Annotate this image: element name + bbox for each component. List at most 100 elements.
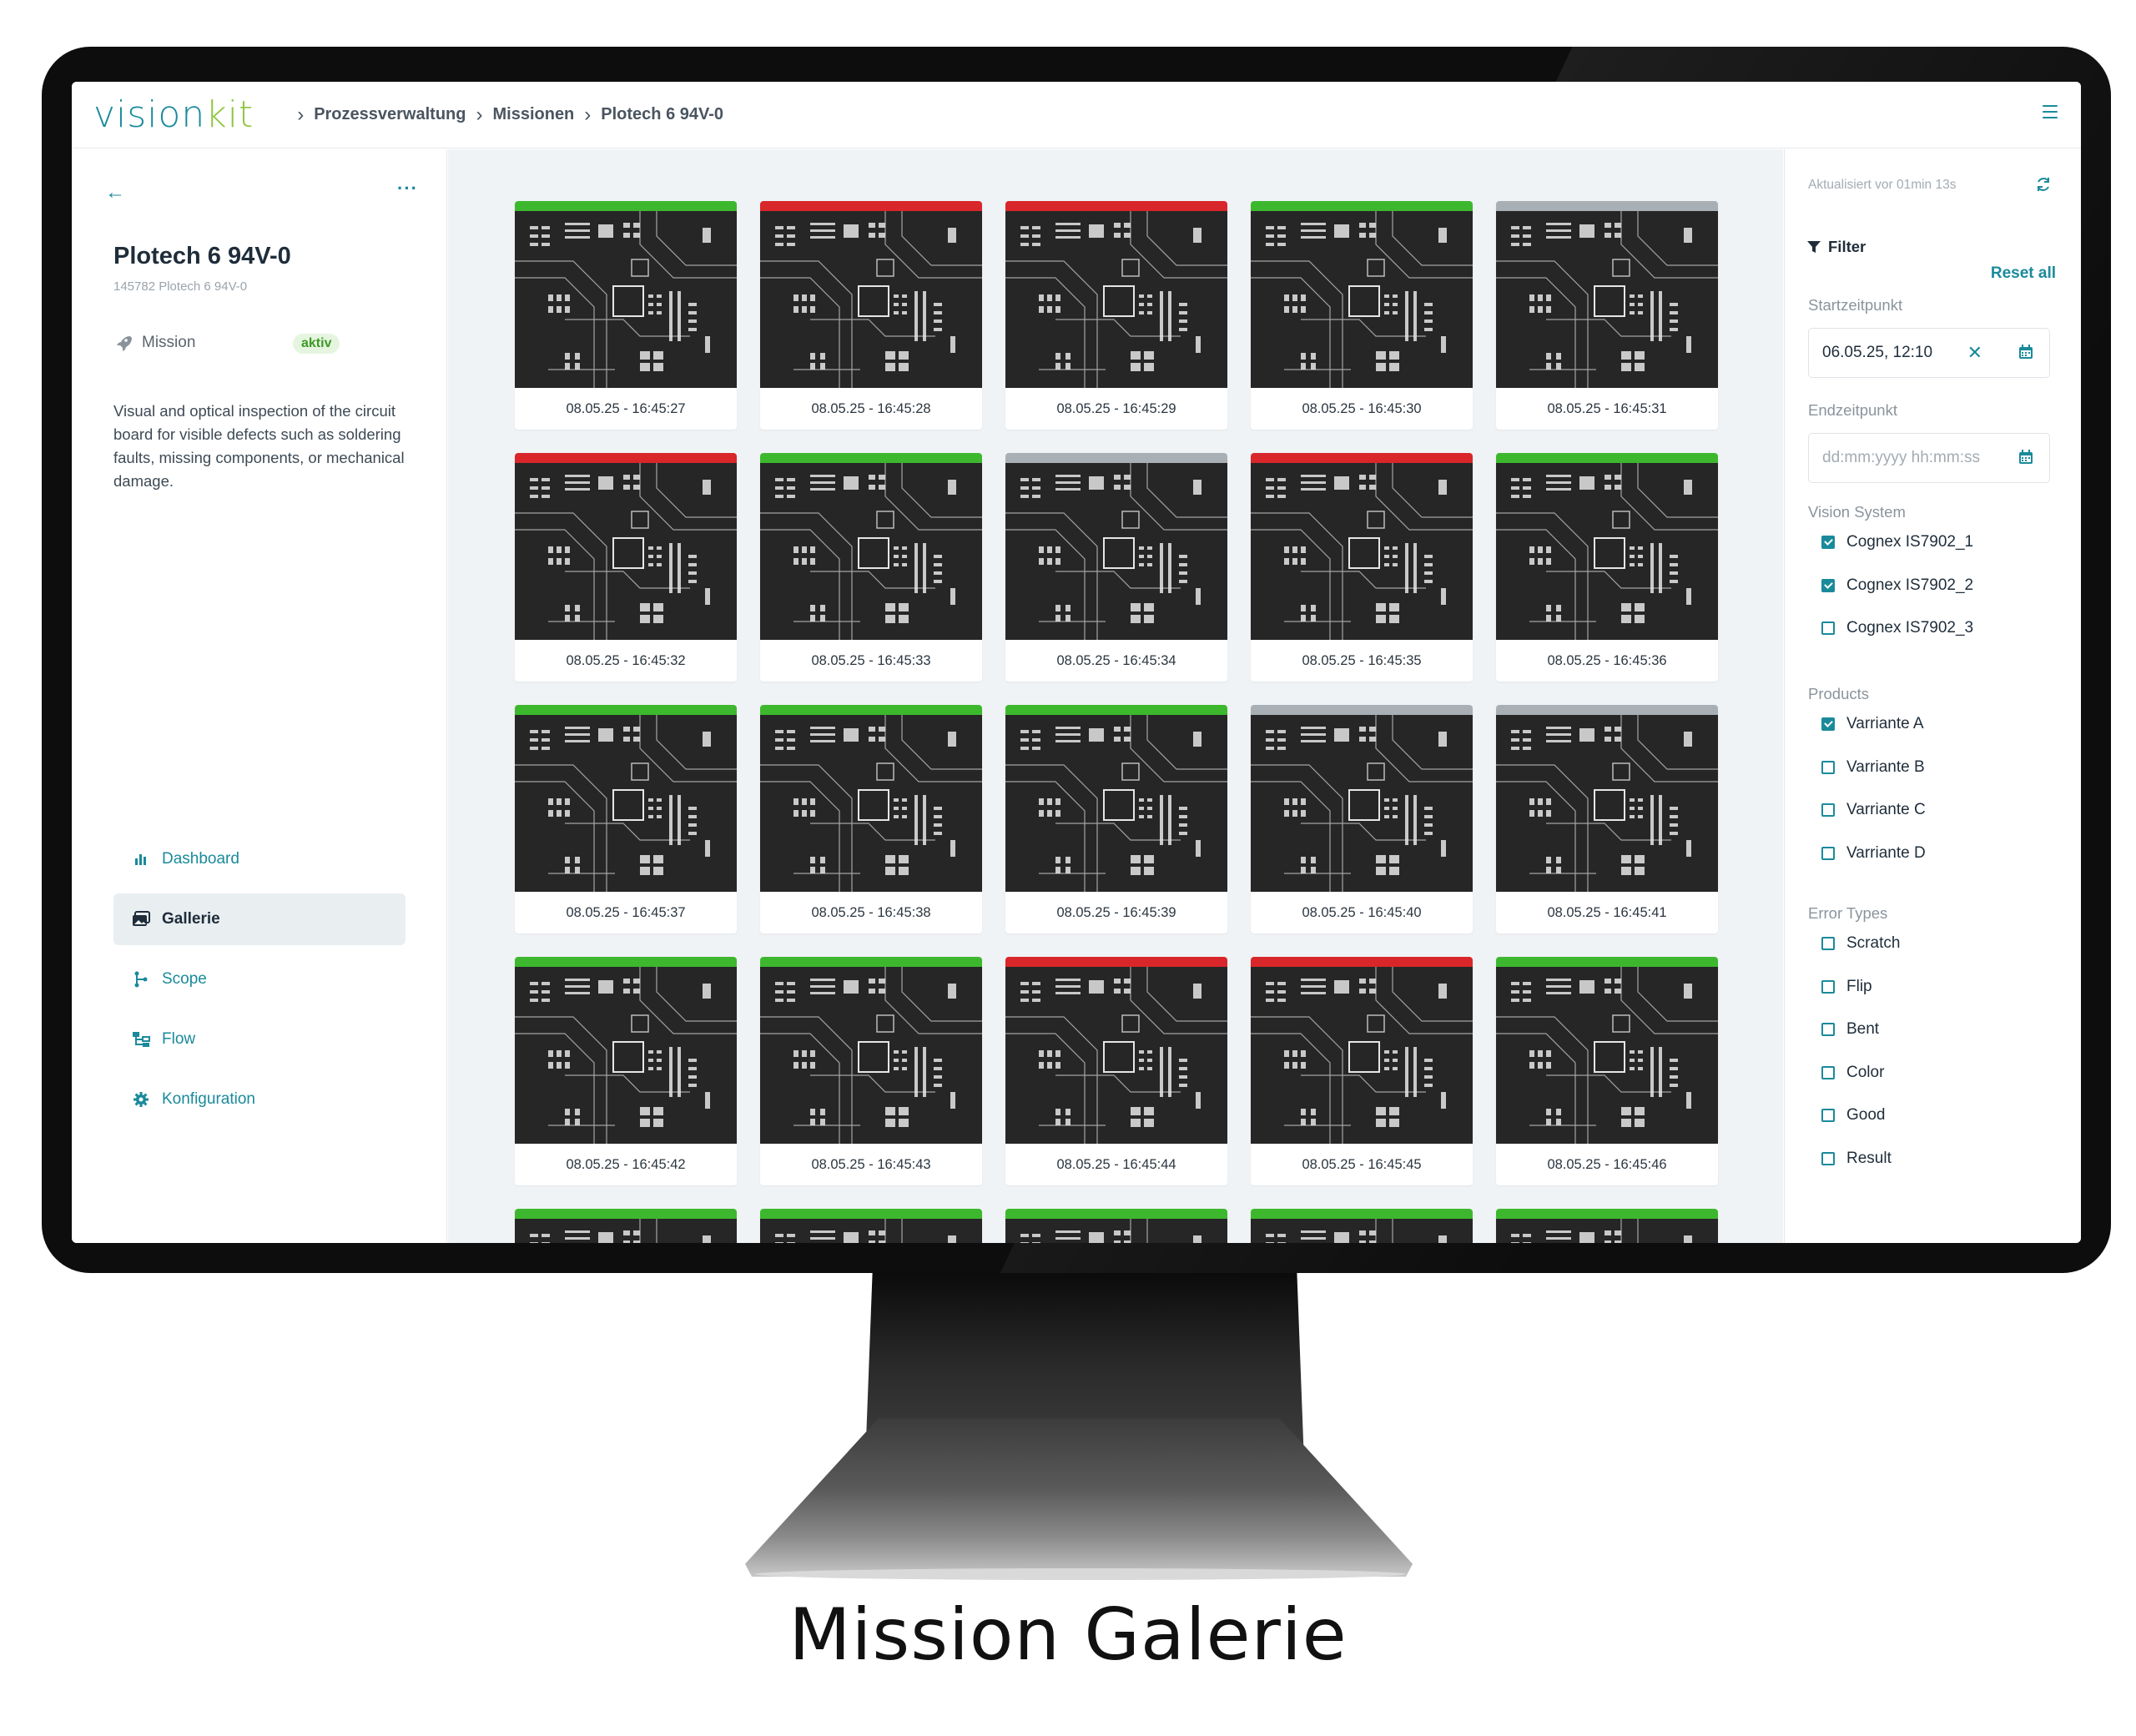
gallery-card[interactable]: 08.05.25 - 16:45:37	[515, 705, 737, 933]
filter-option[interactable]: Varriante D	[1821, 844, 1926, 863]
filter-option-label: Good	[1846, 1106, 1886, 1124]
sidebar-item-scope[interactable]: Scope	[113, 954, 406, 1005]
gallery-card[interactable]: 08.05.25 - 16:45:38	[760, 705, 982, 933]
sidebar-item-konfiguration[interactable]: Konfiguration	[113, 1074, 406, 1125]
circuit-board-image	[515, 715, 737, 892]
filter-icon	[1807, 241, 1821, 253]
reset-all-button[interactable]: Reset all	[1991, 264, 2056, 283]
visionkit-logo[interactable]: vision kit	[93, 93, 254, 136]
sidebar-item-flow[interactable]: Flow	[113, 1014, 406, 1065]
gallery-card[interactable]: 08.05.25 - 16:45:33	[760, 453, 982, 682]
gallery-card[interactable]: 08.05.25 - 16:45:42	[515, 957, 737, 1185]
more-options-icon[interactable]: ···	[397, 178, 418, 199]
inspection-status-bar	[1251, 957, 1473, 967]
filter-option[interactable]: Varriante A	[1821, 715, 1924, 733]
filter-option[interactable]: Color	[1821, 1064, 1884, 1082]
checkbox[interactable]	[1821, 1109, 1835, 1122]
breadcrumb-prozessverwaltung[interactable]: Prozessverwaltung	[314, 105, 466, 124]
checkbox[interactable]	[1821, 621, 1835, 635]
inspection-status-bar	[760, 705, 982, 715]
back-arrow-icon[interactable]: ←	[105, 181, 125, 204]
gallery-card[interactable]: 08.05.25 - 16:45:32	[515, 453, 737, 682]
filter-option[interactable]: Varriante B	[1821, 758, 1925, 777]
circuit-board-image	[760, 1219, 982, 1243]
filter-option[interactable]: Cognex IS7902_2	[1821, 576, 1973, 595]
checkbox[interactable]	[1821, 578, 1835, 592]
gallery-card[interactable]: 08.05.25 - 16:45:28	[760, 201, 982, 430]
checkbox[interactable]	[1821, 937, 1835, 950]
gallery-card[interactable]	[1251, 1209, 1473, 1243]
filter-group-label: Error Types	[1808, 904, 1888, 922]
inspection-status-bar	[1496, 705, 1718, 715]
gallery-card[interactable]: 08.05.25 - 16:45:34	[1005, 453, 1227, 682]
image-timestamp: 08.05.25 - 16:45:40	[1302, 904, 1422, 920]
breadcrumb-missionen[interactable]: Missionen	[492, 105, 574, 124]
checkbox[interactable]	[1821, 1023, 1835, 1036]
gallery-card[interactable]: 08.05.25 - 16:45:39	[1005, 705, 1227, 933]
image-timestamp: 08.05.25 - 16:45:45	[1302, 1156, 1422, 1172]
left-sidebar: ← ··· Plotech 6 94V-0 145782 Plotech 6 9…	[72, 149, 447, 1243]
gallery-card[interactable]: 08.05.25 - 16:45:44	[1005, 957, 1227, 1185]
checkbox[interactable]	[1821, 717, 1835, 731]
start-time-field[interactable]: 06.05.25, 12:10 ✕	[1808, 328, 2050, 378]
gallery-card[interactable]: 08.05.25 - 16:45:35	[1251, 453, 1473, 682]
start-time-label: Startzeitpunkt	[1808, 296, 1903, 314]
calendar-icon[interactable]	[2018, 449, 2034, 470]
sidebar-item-label: Dashboard	[162, 850, 239, 868]
circuit-board-image	[515, 967, 737, 1144]
breadcrumb-current: Plotech 6 94V-0	[601, 105, 724, 123]
gear-icon	[132, 1090, 150, 1109]
gallery-icon	[132, 910, 150, 928]
inspection-status-bar	[1251, 453, 1473, 463]
sidebar-item-dashboard[interactable]: Dashboard	[113, 833, 406, 885]
image-timestamp: 08.05.25 - 16:45:29	[1056, 400, 1176, 416]
checkbox[interactable]	[1821, 760, 1835, 774]
gallery-card[interactable]	[515, 1209, 737, 1243]
sidebar-item-gallerie[interactable]: Gallerie	[113, 893, 406, 945]
checkbox[interactable]	[1821, 1065, 1835, 1079]
filter-option[interactable]: Cognex IS7902_3	[1821, 619, 1973, 637]
refresh-icon[interactable]	[2035, 176, 2052, 198]
gallery-card[interactable]: 08.05.25 - 16:45:46	[1496, 957, 1718, 1185]
image-timestamp: 08.05.25 - 16:45:46	[1547, 1156, 1667, 1172]
gallery-card[interactable]: 08.05.25 - 16:45:30	[1251, 201, 1473, 430]
filter-option[interactable]: Scratch	[1821, 934, 1900, 953]
clear-icon[interactable]: ✕	[1967, 342, 1982, 364]
gallery-card[interactable]: 08.05.25 - 16:45:29	[1005, 201, 1227, 430]
gallery-card[interactable]: 08.05.25 - 16:45:41	[1496, 705, 1718, 933]
circuit-board-image	[515, 1219, 737, 1243]
last-updated-text: Aktualisiert vor 01min 13s	[1808, 178, 1957, 192]
gallery-card[interactable]	[1005, 1209, 1227, 1243]
image-timestamp: 08.05.25 - 16:45:41	[1547, 904, 1667, 920]
filter-option[interactable]: Good	[1821, 1106, 1885, 1125]
filter-option[interactable]: Flip	[1821, 978, 1872, 996]
filter-option[interactable]: Bent	[1821, 1020, 1879, 1039]
checkbox[interactable]	[1821, 1151, 1835, 1165]
circuit-board-image	[1496, 715, 1718, 892]
image-timestamp: 08.05.25 - 16:45:27	[566, 400, 686, 416]
inspection-status-bar	[515, 1209, 737, 1219]
hamburger-menu-icon[interactable]	[2043, 105, 2058, 118]
gallery-card[interactable]: 08.05.25 - 16:45:40	[1251, 705, 1473, 933]
circuit-board-image	[1005, 715, 1227, 892]
filter-option[interactable]: Cognex IS7902_1	[1821, 533, 1973, 551]
gallery-card[interactable]: 08.05.25 - 16:45:45	[1251, 957, 1473, 1185]
checkbox[interactable]	[1821, 536, 1835, 549]
image-timestamp: 08.05.25 - 16:45:32	[566, 652, 686, 668]
checkbox[interactable]	[1821, 846, 1835, 860]
calendar-icon[interactable]	[2018, 344, 2034, 365]
image-timestamp: 08.05.25 - 16:45:39	[1056, 904, 1176, 920]
gallery-card[interactable]	[760, 1209, 982, 1243]
filter-option[interactable]: Varriante C	[1821, 801, 1926, 819]
gallery-card[interactable]: 08.05.25 - 16:45:31	[1496, 201, 1718, 430]
gallery-card[interactable]: 08.05.25 - 16:45:27	[515, 201, 737, 430]
gallery-card[interactable]: 08.05.25 - 16:45:36	[1496, 453, 1718, 682]
checkbox[interactable]	[1821, 979, 1835, 994]
end-time-field[interactable]: dd:mm:yyyy hh:mm:ss	[1808, 433, 2050, 483]
circuit-board-image	[515, 463, 737, 640]
gallery-card[interactable]	[1496, 1209, 1718, 1243]
filter-option[interactable]: Result	[1821, 1150, 1892, 1168]
checkbox[interactable]	[1821, 803, 1835, 817]
gallery-card[interactable]: 08.05.25 - 16:45:43	[760, 957, 982, 1185]
circuit-board-image	[760, 715, 982, 892]
